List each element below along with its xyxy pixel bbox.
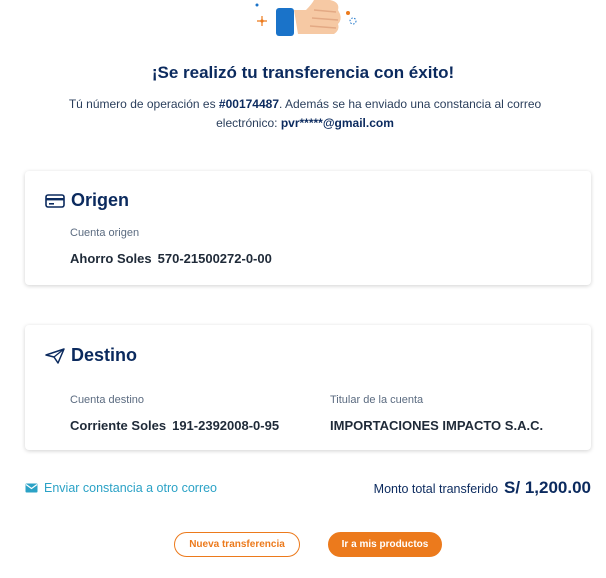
destination-account-label: Cuenta destino [70, 394, 144, 406]
holder-label: Titular de la cuenta [330, 394, 424, 406]
my-products-button[interactable]: Ir a mis productos [328, 532, 442, 557]
holder-name: IMPORTACIONES IMPACTO S.A.C. [330, 418, 544, 433]
destination-account-number: 191-2392008-0-95 [172, 418, 280, 433]
send-receipt-link[interactable]: Enviar constancia a otro correo [25, 481, 217, 495]
origin-account-value: Ahorro Soles 570-21500272-0-00 [70, 251, 272, 266]
send-receipt-label[interactable]: Enviar constancia a otro correo [44, 481, 217, 495]
confirmation-message: Tú número de operación es #00174487. Ade… [60, 95, 550, 133]
page-title: ¡Se realizó tu transferencia con éxito! [151, 63, 455, 82]
envelope-icon [25, 483, 38, 493]
credit-card-icon [45, 193, 65, 208]
origin-card: Origen Cuenta origen Ahorro Soles 570-215… [25, 171, 591, 285]
origin-title: Origen [71, 190, 130, 210]
origin-account-number: 570-21500272-0-00 [157, 251, 272, 266]
origin-header: Origen [45, 190, 129, 211]
thumbs-up-icon [255, 0, 357, 36]
operation-number: #00174487 [218, 97, 279, 111]
origin-account-type: Ahorro Soles [70, 251, 152, 266]
total-amount: S/ 1,200.00 [504, 478, 591, 497]
success-illustration [0, 0, 606, 50]
total-transferred: Monto total transferido S/ 1,200.00 [374, 478, 591, 498]
paper-plane-icon [45, 347, 65, 364]
destination-card: Destino Cuenta destino Corriente Soles 19… [25, 325, 591, 450]
origin-account-label: Cuenta origen [70, 227, 140, 239]
summary-row: Enviar constancia a otro correo Monto to… [25, 478, 591, 500]
new-transfer-button[interactable]: Nueva transferencia [174, 532, 300, 557]
destination-header: Destino [45, 345, 137, 366]
total-label: Monto total transferido [373, 482, 499, 496]
destination-title: Destino [71, 345, 138, 365]
subtitle-text: Tú número de operación es [68, 97, 219, 111]
destination-account-value: Corriente Soles 191-2392008-0-95 [70, 418, 279, 433]
email-address: pvr*****@gmail.com [280, 116, 394, 130]
destination-account-type: Corriente Soles [70, 418, 167, 433]
